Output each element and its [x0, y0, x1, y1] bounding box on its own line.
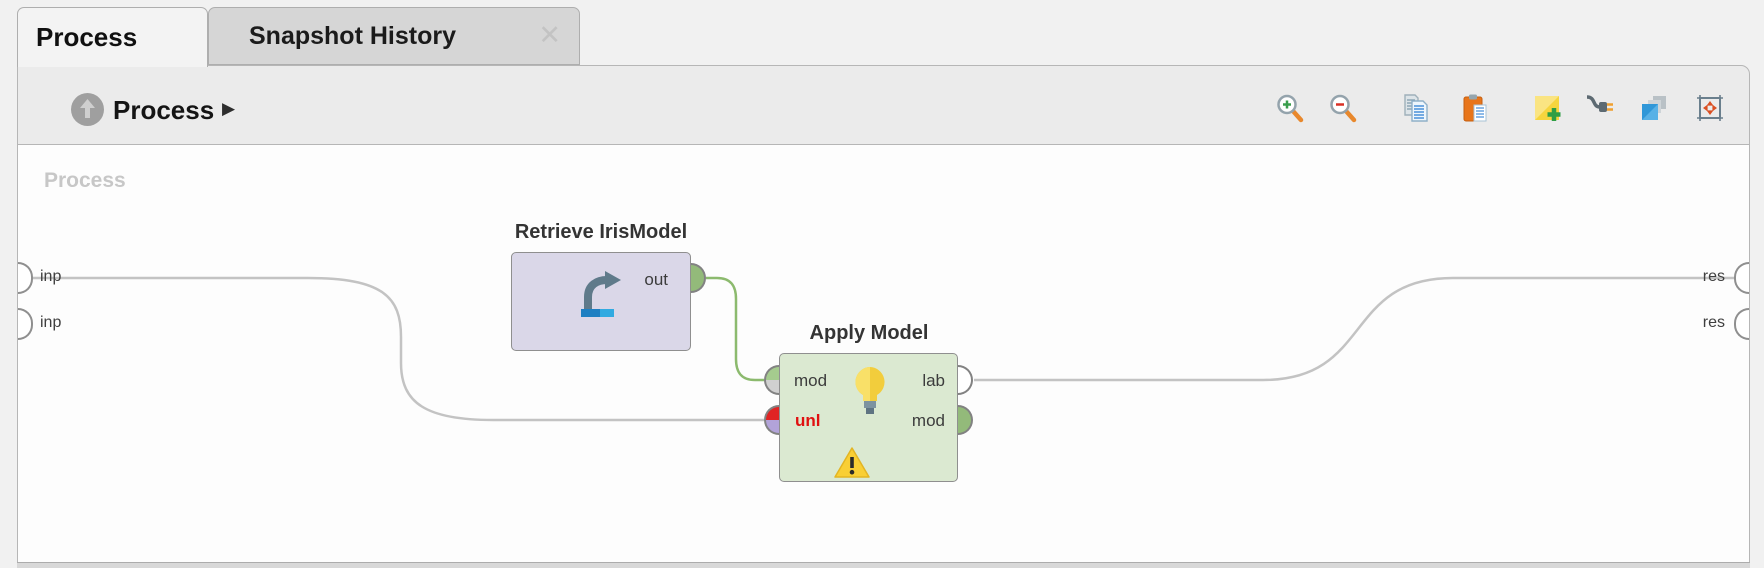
zoom-in-icon[interactable]: [1274, 93, 1304, 123]
tab-snapshot-history-label: Snapshot History: [209, 22, 456, 51]
process-input-label-1: inp: [40, 268, 61, 286]
move-forward-icon[interactable]: [1639, 93, 1669, 123]
up-arrow-icon: [71, 93, 104, 126]
canvas-bottom-edge: [17, 562, 1750, 568]
process-editor-window: Process Snapshot History ✕ Process ▶: [0, 0, 1764, 568]
add-note-icon[interactable]: [1532, 93, 1562, 123]
breadcrumb[interactable]: Process: [113, 95, 214, 126]
operator-apply-model[interactable]: mod unl lab mod: [779, 353, 958, 482]
apply-mod-out-port-label: mod: [912, 411, 945, 431]
paste-icon[interactable]: [1460, 93, 1490, 123]
apply-lab-out-port-label: lab: [922, 371, 945, 391]
tab-snapshot-history[interactable]: Snapshot History ✕: [208, 7, 580, 65]
operator-retrieve-irismodel[interactable]: out: [511, 252, 691, 351]
tab-process-label: Process: [18, 22, 137, 53]
auto-wire-icon[interactable]: [1585, 93, 1615, 123]
apply-unl-in-port-label: unl: [795, 411, 821, 431]
process-result-label-2: res: [1673, 314, 1725, 332]
wire-lab-to-res: [974, 278, 1736, 380]
retrieve-out-port-label: out: [644, 270, 668, 290]
apply-mod-in-port-label: mod: [794, 371, 827, 391]
warning-icon: [833, 446, 871, 479]
process-result-label-1: res: [1673, 268, 1725, 286]
chevron-right-icon: ▶: [222, 99, 235, 119]
navigate-up-button[interactable]: [71, 93, 104, 126]
tab-process[interactable]: Process: [17, 7, 208, 67]
retrieve-curved-arrow-icon: [575, 267, 627, 321]
process-toolbar: Process ▶: [17, 65, 1750, 145]
zoom-out-icon[interactable]: [1327, 93, 1357, 123]
process-input-label-2: inp: [40, 314, 61, 332]
fit-to-view-icon[interactable]: [1695, 93, 1725, 123]
operator-title-apply-model: Apply Model: [739, 322, 999, 345]
process-canvas[interactable]: Process inp inp res res Retrieve IrisMod…: [17, 145, 1750, 562]
close-icon[interactable]: ✕: [538, 20, 561, 50]
lightbulb-icon: [852, 365, 888, 421]
operator-title-retrieve: Retrieve IrisModel: [471, 221, 731, 244]
copy-icon[interactable]: [1401, 93, 1431, 123]
